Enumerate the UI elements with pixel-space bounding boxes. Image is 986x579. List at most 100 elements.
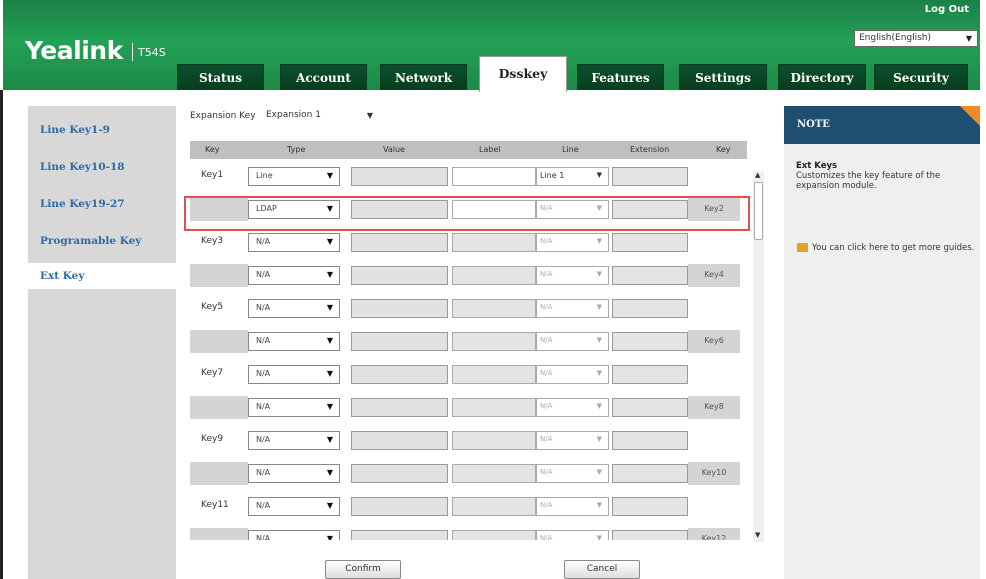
label-input[interactable]: [452, 167, 536, 186]
type-select[interactable]: N/A ▼: [248, 398, 340, 417]
label-input[interactable]: [452, 266, 536, 285]
line-value: N/A: [540, 402, 553, 410]
type-select[interactable]: N/A ▼: [248, 497, 340, 516]
note-corner-flag: [960, 106, 980, 126]
line-select[interactable]: N/A ▼: [536, 398, 609, 417]
type-select[interactable]: N/A ▼: [248, 530, 340, 540]
line-select[interactable]: N/A ▼: [536, 530, 609, 540]
extension-input[interactable]: [612, 233, 688, 252]
note-panel: NOTE Ext Keys Customizes the key feature…: [784, 106, 980, 579]
label-input[interactable]: [452, 365, 536, 384]
line-select[interactable]: N/A ▼: [536, 497, 609, 516]
confirm-button[interactable]: Confirm: [325, 560, 401, 579]
expansion-select[interactable]: Expansion 1 ▼: [260, 108, 380, 125]
chevron-down-icon: ▼: [326, 336, 333, 345]
line-select[interactable]: N/A ▼: [536, 233, 609, 252]
value-input[interactable]: [351, 365, 448, 384]
type-select[interactable]: N/A ▼: [248, 233, 340, 252]
tab-status[interactable]: Status: [177, 64, 264, 91]
line-select[interactable]: N/A ▼: [536, 299, 609, 318]
cancel-button[interactable]: Cancel: [564, 560, 640, 579]
key-number: Key11: [201, 500, 229, 510]
column-header-type: Type: [287, 145, 306, 154]
value-input[interactable]: [351, 332, 448, 351]
table-row: Key5 N/A ▼ N/A ▼: [190, 292, 748, 325]
label-input[interactable]: [452, 398, 536, 417]
sidebar-item-programable-key[interactable]: Programable Key: [40, 235, 141, 247]
line-select[interactable]: N/A ▼: [536, 365, 609, 384]
chevron-down-icon: ▼: [326, 171, 333, 180]
extension-input[interactable]: [612, 299, 688, 318]
sidebar-item-ext-key[interactable]: Ext Key: [28, 263, 176, 289]
extension-input[interactable]: [612, 464, 688, 483]
type-select[interactable]: N/A ▼: [248, 299, 340, 318]
label-input[interactable]: [452, 233, 536, 252]
value-input[interactable]: [351, 497, 448, 516]
tab-features[interactable]: Features: [577, 64, 664, 91]
label-input[interactable]: [452, 497, 536, 516]
language-select[interactable]: English(English) ▼: [854, 30, 978, 47]
value-input[interactable]: [351, 530, 448, 540]
extension-input[interactable]: [612, 398, 688, 417]
tab-network[interactable]: Network: [380, 64, 467, 91]
extension-input[interactable]: [612, 266, 688, 285]
line-value: N/A: [540, 270, 553, 278]
tab-dsskey[interactable]: Dsskey: [479, 56, 567, 92]
type-select[interactable]: Line ▼: [248, 167, 340, 186]
line-select[interactable]: N/A ▼: [536, 431, 609, 450]
table-scrollbar[interactable]: ▲ ▼: [753, 171, 764, 542]
key-name: [688, 495, 740, 518]
note-title: Ext Keys: [796, 161, 838, 171]
tab-directory[interactable]: Directory: [778, 64, 866, 91]
type-select[interactable]: N/A ▼: [248, 365, 340, 384]
value-input[interactable]: [351, 398, 448, 417]
extension-input[interactable]: [612, 167, 688, 186]
table-row: N/A ▼ N/A ▼ Key12: [190, 523, 748, 540]
key-number: [190, 462, 248, 485]
scroll-down-icon[interactable]: ▼: [755, 531, 760, 539]
value-input[interactable]: [351, 299, 448, 318]
extension-input[interactable]: [612, 530, 688, 540]
extension-input[interactable]: [612, 431, 688, 450]
label-input[interactable]: [452, 464, 536, 483]
extension-input[interactable]: [612, 497, 688, 516]
logout-link[interactable]: Log Out: [925, 4, 969, 15]
tab-settings[interactable]: Settings: [679, 64, 767, 91]
line-select[interactable]: N/A ▼: [536, 266, 609, 285]
chevron-down-icon: ▼: [326, 468, 333, 477]
chevron-down-icon: ▼: [596, 468, 602, 476]
value-input[interactable]: [351, 266, 448, 285]
type-value: N/A: [256, 468, 271, 477]
type-select[interactable]: N/A ▼: [248, 266, 340, 285]
line-select[interactable]: Line 1 ▼: [536, 167, 609, 186]
value-input[interactable]: [351, 233, 448, 252]
value-input[interactable]: [351, 464, 448, 483]
tab-account[interactable]: Account: [280, 64, 367, 91]
type-select[interactable]: N/A ▼: [248, 431, 340, 450]
label-input[interactable]: [452, 530, 536, 540]
sidebar-item-line-key1-9[interactable]: Line Key1-9: [40, 124, 110, 136]
scroll-up-icon[interactable]: ▲: [755, 171, 760, 179]
value-input[interactable]: [351, 167, 448, 186]
type-value: N/A: [256, 369, 271, 378]
note-guide-link[interactable]: You can click here to get more guides.: [797, 243, 977, 254]
label-input[interactable]: [452, 431, 536, 450]
label-input[interactable]: [452, 332, 536, 351]
extension-input[interactable]: [612, 365, 688, 384]
key-number: Key3: [201, 236, 224, 246]
type-select[interactable]: N/A ▼: [248, 464, 340, 483]
type-select[interactable]: N/A ▼: [248, 332, 340, 351]
extension-input[interactable]: [612, 332, 688, 351]
scroll-thumb[interactable]: [754, 182, 763, 240]
value-input[interactable]: [351, 431, 448, 450]
type-value: Line: [256, 171, 273, 180]
sidebar-item-line-key10-18[interactable]: Line Key10-18: [40, 161, 125, 173]
sidebar-item-line-key19-27[interactable]: Line Key19-27: [40, 198, 125, 210]
line-select[interactable]: N/A ▼: [536, 464, 609, 483]
key-number: Key1: [201, 170, 224, 180]
type-value: N/A: [256, 270, 271, 279]
label-input[interactable]: [452, 299, 536, 318]
key-name: Key6: [688, 330, 740, 353]
tab-security[interactable]: Security: [874, 64, 968, 91]
line-select[interactable]: N/A ▼: [536, 332, 609, 351]
